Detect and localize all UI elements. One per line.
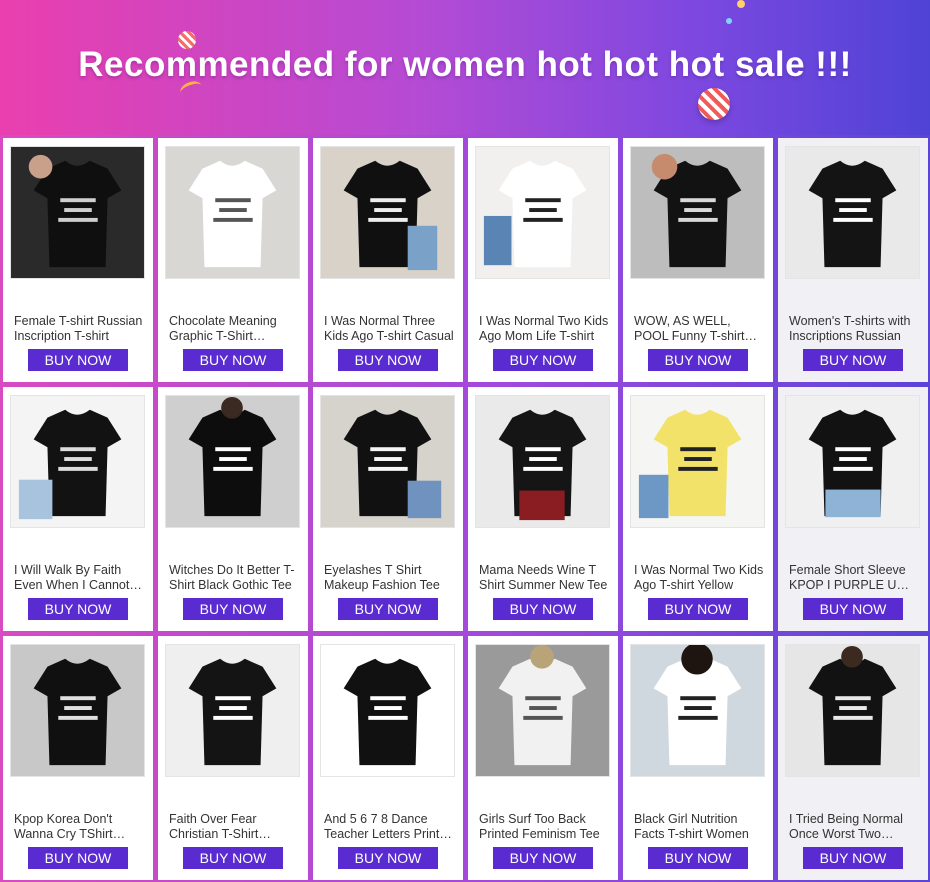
product-image[interactable] [165, 146, 300, 279]
product-card[interactable]: I Was Normal Two Kids Ago T-shirt Yellow… [623, 387, 773, 631]
product-image[interactable] [630, 146, 765, 279]
product-title[interactable]: Faith Over Fear Christian T-Shirt Women [169, 812, 299, 842]
product-title[interactable]: Kpop Korea Don't Wanna Cry TShirt Women [14, 812, 144, 842]
product-image[interactable] [785, 395, 920, 528]
product-title[interactable]: And 5 6 7 8 Dance Teacher Letters Print … [324, 812, 454, 842]
buy-now-button[interactable]: BUY NOW [338, 598, 438, 620]
product-title[interactable]: Witches Do It Better T-Shirt Black Gothi… [169, 563, 299, 593]
product-title[interactable]: Chocolate Meaning Graphic T-Shirt Women [169, 314, 299, 344]
product-image[interactable] [10, 146, 145, 279]
product-title[interactable]: I Will Walk By Faith Even When I Cannot … [14, 563, 144, 593]
product-title[interactable]: Female T-shirt Russian Inscription T-shi… [14, 314, 144, 344]
buy-now-button[interactable]: BUY NOW [803, 847, 903, 869]
product-title[interactable]: Black Girl Nutrition Facts T-shirt Women [634, 812, 764, 842]
product-card[interactable]: Black Girl Nutrition Facts T-shirt Women… [623, 636, 773, 880]
product-card[interactable]: I Was Normal Two Kids Ago Mom Life T-shi… [468, 138, 618, 382]
product-image[interactable] [10, 395, 145, 528]
product-card[interactable]: Witches Do It Better T-Shirt Black Gothi… [158, 387, 308, 631]
product-card[interactable]: I Will Walk By Faith Even When I Cannot … [3, 387, 153, 631]
product-card[interactable]: I Was Normal Three Kids Ago T-shirt Casu… [313, 138, 463, 382]
product-card[interactable]: Faith Over Fear Christian T-Shirt Women B… [158, 636, 308, 880]
product-title[interactable]: I Was Normal Three Kids Ago T-shirt Casu… [324, 314, 454, 344]
buy-now-button[interactable]: BUY NOW [183, 847, 283, 869]
product-card[interactable]: Chocolate Meaning Graphic T-Shirt Women B… [158, 138, 308, 382]
product-card[interactable]: Female Short Sleeve KPOP I PURPLE U Tee B… [778, 387, 928, 631]
product-card[interactable]: Kpop Korea Don't Wanna Cry TShirt Women B… [3, 636, 153, 880]
product-image[interactable] [165, 395, 300, 528]
buy-now-button[interactable]: BUY NOW [648, 847, 748, 869]
product-card[interactable]: Female T-shirt Russian Inscription T-shi… [3, 138, 153, 382]
product-card[interactable]: I Tried Being Normal Once Worst Two Minu… [778, 636, 928, 880]
buy-now-button[interactable]: BUY NOW [338, 349, 438, 371]
candy-decoration-icon [698, 88, 730, 120]
product-image[interactable] [320, 146, 455, 279]
product-image[interactable] [10, 644, 145, 777]
product-title[interactable]: I Tried Being Normal Once Worst Two Minu… [789, 812, 919, 842]
product-image[interactable] [165, 644, 300, 777]
product-card[interactable]: WOW, AS WELL, POOL Funny T-shirt Women BU… [623, 138, 773, 382]
product-title[interactable]: Female Short Sleeve KPOP I PURPLE U Tee [789, 563, 919, 593]
buy-now-button[interactable]: BUY NOW [338, 847, 438, 869]
product-image[interactable] [630, 395, 765, 528]
product-image[interactable] [475, 395, 610, 528]
buy-now-button[interactable]: BUY NOW [28, 349, 128, 371]
buy-now-button[interactable]: BUY NOW [493, 598, 593, 620]
buy-now-button[interactable]: BUY NOW [803, 349, 903, 371]
product-title[interactable]: Eyelashes T Shirt Makeup Fashion Tee [324, 563, 454, 593]
buy-now-button[interactable]: BUY NOW [648, 598, 748, 620]
product-title[interactable]: Mama Needs Wine T Shirt Summer New Tee [479, 563, 609, 593]
product-image[interactable] [475, 644, 610, 777]
product-image[interactable] [785, 146, 920, 279]
buy-now-button[interactable]: BUY NOW [493, 349, 593, 371]
buy-now-button[interactable]: BUY NOW [183, 598, 283, 620]
confetti-decoration-icon [726, 18, 732, 24]
product-title[interactable]: WOW, AS WELL, POOL Funny T-shirt Women [634, 314, 764, 344]
product-card[interactable]: Eyelashes T Shirt Makeup Fashion Tee BUY … [313, 387, 463, 631]
buy-now-button[interactable]: BUY NOW [648, 349, 748, 371]
product-image[interactable] [320, 395, 455, 528]
buy-now-button[interactable]: BUY NOW [28, 598, 128, 620]
product-title[interactable]: Women's T-shirts with Inscriptions Russi… [789, 314, 919, 344]
buy-now-button[interactable]: BUY NOW [493, 847, 593, 869]
product-title[interactable]: I Was Normal Two Kids Ago T-shirt Yellow [634, 563, 764, 593]
buy-now-button[interactable]: BUY NOW [183, 349, 283, 371]
product-grid: Female T-shirt Russian Inscription T-shi… [0, 135, 930, 882]
product-card[interactable]: Girls Surf Too Back Printed Feminism Tee… [468, 636, 618, 880]
product-image[interactable] [630, 644, 765, 777]
buy-now-button[interactable]: BUY NOW [28, 847, 128, 869]
confetti-decoration-icon [737, 0, 745, 8]
product-image[interactable] [475, 146, 610, 279]
product-card[interactable]: Women's T-shirts with Inscriptions Russi… [778, 138, 928, 382]
product-card[interactable]: Mama Needs Wine T Shirt Summer New Tee BU… [468, 387, 618, 631]
product-title[interactable]: Girls Surf Too Back Printed Feminism Tee [479, 812, 609, 842]
buy-now-button[interactable]: BUY NOW [803, 598, 903, 620]
product-image[interactable] [320, 644, 455, 777]
promo-banner: Recommended for women hot hot hot sale !… [0, 0, 930, 135]
product-image[interactable] [785, 644, 920, 777]
product-card[interactable]: And 5 6 7 8 Dance Teacher Letters Print … [313, 636, 463, 880]
product-title[interactable]: I Was Normal Two Kids Ago Mom Life T-shi… [479, 314, 609, 344]
banner-title: Recommended for women hot hot hot sale !… [78, 45, 852, 84]
